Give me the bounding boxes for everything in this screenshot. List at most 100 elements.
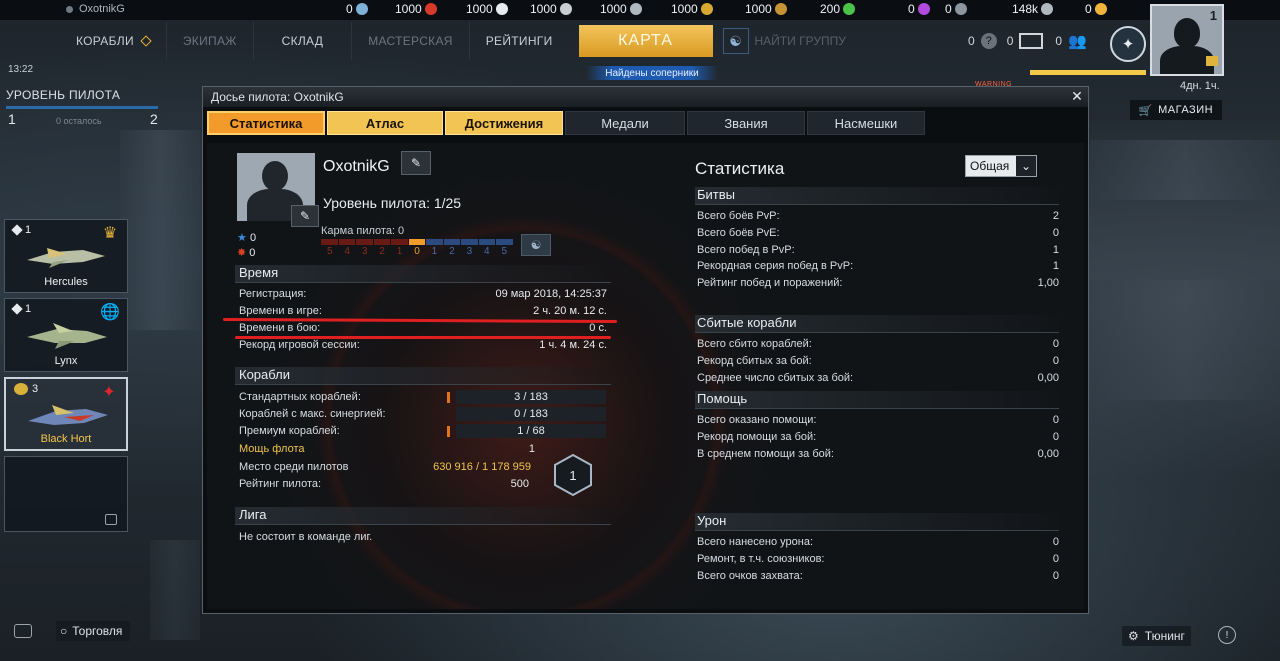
stat-value: 1	[1052, 260, 1059, 273]
pilot-dossier-window: Досье пилота: OxotnikG ✕ Статистика Атлас…	[202, 86, 1089, 614]
stat-row: Рейтинг побед и поражений: 1,00	[697, 277, 1059, 289]
section-kills: Сбитые корабли	[695, 315, 1059, 333]
pilot-place-row: Место среди пилотов 630 916 / 1 178 959	[239, 461, 531, 473]
stat-label: Всего боёв PvP:	[697, 210, 780, 222]
stat-value: 0,00	[1037, 371, 1059, 384]
chat-icon[interactable]	[14, 624, 32, 638]
resource-icon	[843, 3, 856, 15]
section-battles: Битвы	[695, 187, 1059, 205]
ship-image	[27, 323, 107, 349]
pilot-level-remaining: 0 осталось	[56, 116, 102, 126]
help-button-icon[interactable]: !	[1218, 626, 1236, 644]
shop-button[interactable]: 🛒 МАГАЗИН	[1130, 100, 1222, 120]
nav-ratings[interactable]: РЕЙТИНГИ	[470, 22, 569, 60]
resource-icon	[1094, 3, 1107, 15]
fleet-power-label: Мощь флота	[239, 443, 305, 455]
trade-button[interactable]: ○ Торговля	[56, 621, 131, 641]
stat-value: 0	[1052, 354, 1059, 367]
main-nav: КОРАБЛИ ЭКИПАЖ СКЛАД МАСТЕРСКАЯ РЕЙТИНГИ…	[60, 22, 846, 62]
ships-row-marker	[447, 409, 450, 420]
stat-row: Всего сбито кораблей: 0	[697, 338, 1059, 350]
star-count: 0	[249, 232, 257, 244]
resource-value: 1000	[466, 2, 493, 16]
mail-icon[interactable]	[1019, 33, 1044, 49]
shop-label: МАГАЗИН	[1158, 104, 1214, 116]
ship-card[interactable]: 1 🌐 Lynx	[4, 298, 128, 372]
ships-row-value: 3 / 183	[456, 390, 606, 404]
stat-value: 1	[1052, 243, 1059, 256]
ships-row-value: 1 / 68	[456, 424, 606, 438]
ship-card-active[interactable]: 3 ✦ Black Hort	[4, 377, 128, 451]
premium-time-left: 4дн. 1ч.	[1180, 80, 1220, 92]
pilot-level-to: 2	[150, 111, 158, 127]
nav-ships[interactable]: КОРАБЛИ	[60, 22, 167, 60]
ship-card[interactable]: 1 ♛ Hercules	[4, 219, 128, 293]
karma-scale-number: 1	[431, 246, 438, 257]
karma-info-icon[interactable]: ☯	[521, 234, 551, 256]
edit-avatar-icon[interactable]: ✎	[291, 205, 319, 227]
section-damage: Урон	[695, 513, 1059, 531]
diamond-icon	[11, 224, 23, 236]
fleet-power-value: 1	[528, 443, 535, 455]
stat-value: 0	[1052, 430, 1059, 443]
karma-scale-number: 3	[466, 246, 473, 257]
clock: 13:22	[8, 64, 34, 75]
faction-emblem-icon[interactable]: ✦	[1110, 26, 1146, 62]
nav-crew[interactable]: ЭКИПАЖ	[167, 22, 254, 60]
stat-label: Всего нанесено урона:	[697, 536, 814, 548]
player-avatar[interactable]: 1	[1150, 4, 1224, 76]
stat-label: Всего побед в PvP:	[697, 243, 795, 256]
tab-2[interactable]: Достижения	[445, 111, 563, 135]
stat-row: В среднем помощи за бой: 0,00	[697, 448, 1059, 460]
nav-storage[interactable]: СКЛАД	[254, 22, 353, 60]
stat-row: Всего боёв PvP: 2	[697, 210, 1059, 222]
resource-counter: 1000	[395, 2, 437, 16]
stat-row: Всего боёв PvE: 0	[697, 227, 1059, 239]
find-group-icon[interactable]: ☯	[722, 28, 749, 54]
tab-1[interactable]: Атлас	[327, 111, 443, 135]
stat-value: 0	[1052, 414, 1059, 426]
trade-label: Торговля	[72, 624, 123, 638]
diamond-icon	[140, 35, 152, 47]
pilot-level-from: 1	[8, 111, 16, 127]
rank-badge: 1	[554, 453, 592, 497]
window-title: Досье пилота: OxotnikG	[203, 87, 1088, 107]
avatar-level: 1	[1209, 8, 1217, 23]
stat-label: Рекордная серия побед в PvP:	[697, 260, 854, 273]
edit-name-icon[interactable]: ✎	[401, 151, 431, 175]
section-league-heading: Лига	[239, 507, 267, 522]
stat-label: Всего боёв PvE:	[697, 226, 780, 239]
close-icon[interactable]: ✕	[1070, 89, 1084, 103]
stat-row: Ремонт, в т.ч. союзников: 0	[697, 553, 1059, 565]
tab-4[interactable]: Звания	[687, 111, 805, 135]
background-structure	[120, 130, 200, 330]
tuning-button[interactable]: ⚙ Тюнинг	[1122, 626, 1191, 646]
nav-map-button[interactable]: КАРТА	[578, 25, 713, 57]
tab-5[interactable]: Насмешки	[807, 111, 925, 135]
stat-value: 0	[1052, 226, 1059, 239]
nav-ships-label: КОРАБЛИ	[76, 34, 134, 48]
friends-icon[interactable]: 👥	[1068, 32, 1087, 50]
lock-icon	[105, 514, 117, 525]
resource-value: 1000	[530, 2, 557, 16]
ship-count-value: 1	[25, 303, 32, 315]
ships-row: Стандартных кораблей: 3 / 183	[239, 390, 606, 404]
resource-icon	[917, 3, 930, 15]
ship-name: Black Hort	[40, 433, 92, 445]
stat-label: Рекорд помощи за бой:	[697, 430, 817, 443]
tab-3[interactable]: Медали	[565, 111, 685, 135]
stat-label: В среднем помощи за бой:	[697, 447, 834, 460]
ship-slot-empty[interactable]	[4, 456, 128, 532]
find-group-label[interactable]: НАЙТИ ГРУППУ	[755, 34, 846, 62]
pilot-level: Уровень пилота: 1/25	[323, 195, 462, 211]
nav-workshop-label: МАСТЕРСКАЯ	[368, 34, 453, 48]
stats-filter-select[interactable]: Общая ⌄	[965, 155, 1037, 177]
help-icon[interactable]: ?	[980, 33, 997, 49]
resource-icon	[629, 3, 642, 15]
karma-scale-number: 2	[379, 246, 385, 257]
resource-icon	[495, 3, 508, 15]
tab-0[interactable]: Статистика	[207, 111, 325, 135]
nav-workshop[interactable]: МАСТЕРСКАЯ	[352, 22, 470, 60]
time-row-value: 0 с.	[589, 322, 607, 334]
section-assist: Помощь	[695, 391, 1059, 409]
